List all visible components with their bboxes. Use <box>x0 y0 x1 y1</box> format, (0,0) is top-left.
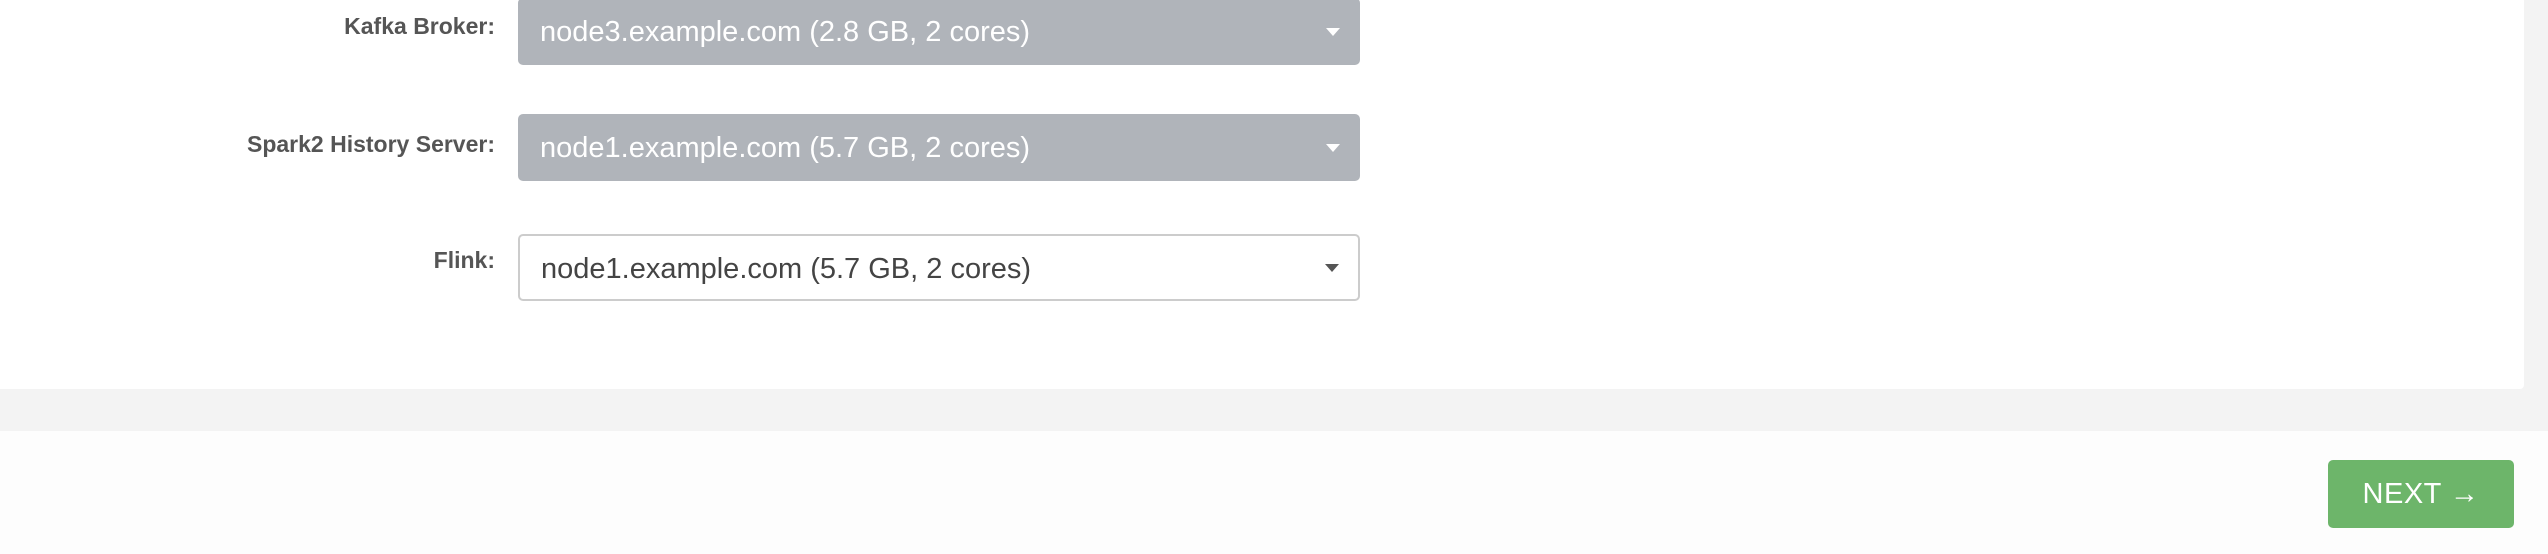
caret-down-icon <box>1325 263 1339 272</box>
caret-down-icon <box>1326 27 1340 36</box>
flink-host-value: node1.example.com (5.7 GB, 2 cores) <box>541 253 1032 285</box>
host-row-spark2-history-server: Spark2 History Server: node1.example.com… <box>0 114 1400 181</box>
flink-label: Flink: <box>433 247 495 273</box>
caret-down-icon <box>1326 143 1340 152</box>
kafka-broker-host-select[interactable]: node3.example.com (2.8 GB, 2 cores) <box>518 0 1360 65</box>
flink-host-select[interactable]: node1.example.com (5.7 GB, 2 cores) <box>518 234 1360 301</box>
host-row-flink: Flink: node1.example.com (5.7 GB, 2 core… <box>0 234 1400 301</box>
spark2-history-server-host-value: node1.example.com (5.7 GB, 2 cores) <box>540 132 1031 164</box>
wizard-footer <box>0 431 2548 554</box>
spark2-history-server-label: Spark2 History Server: <box>246 131 495 157</box>
host-row-kafka-broker: Kafka Broker: node3.example.com (2.8 GB,… <box>0 0 1400 67</box>
spark2-history-server-host-select[interactable]: node1.example.com (5.7 GB, 2 cores) <box>518 114 1360 181</box>
kafka-broker-label: Kafka Broker: <box>344 13 495 39</box>
kafka-broker-host-value: node3.example.com (2.8 GB, 2 cores) <box>540 16 1031 48</box>
assign-masters-panel: Kafka Broker: node3.example.com (2.8 GB,… <box>0 0 2524 389</box>
next-button[interactable]: NEXT → <box>2328 460 2514 528</box>
